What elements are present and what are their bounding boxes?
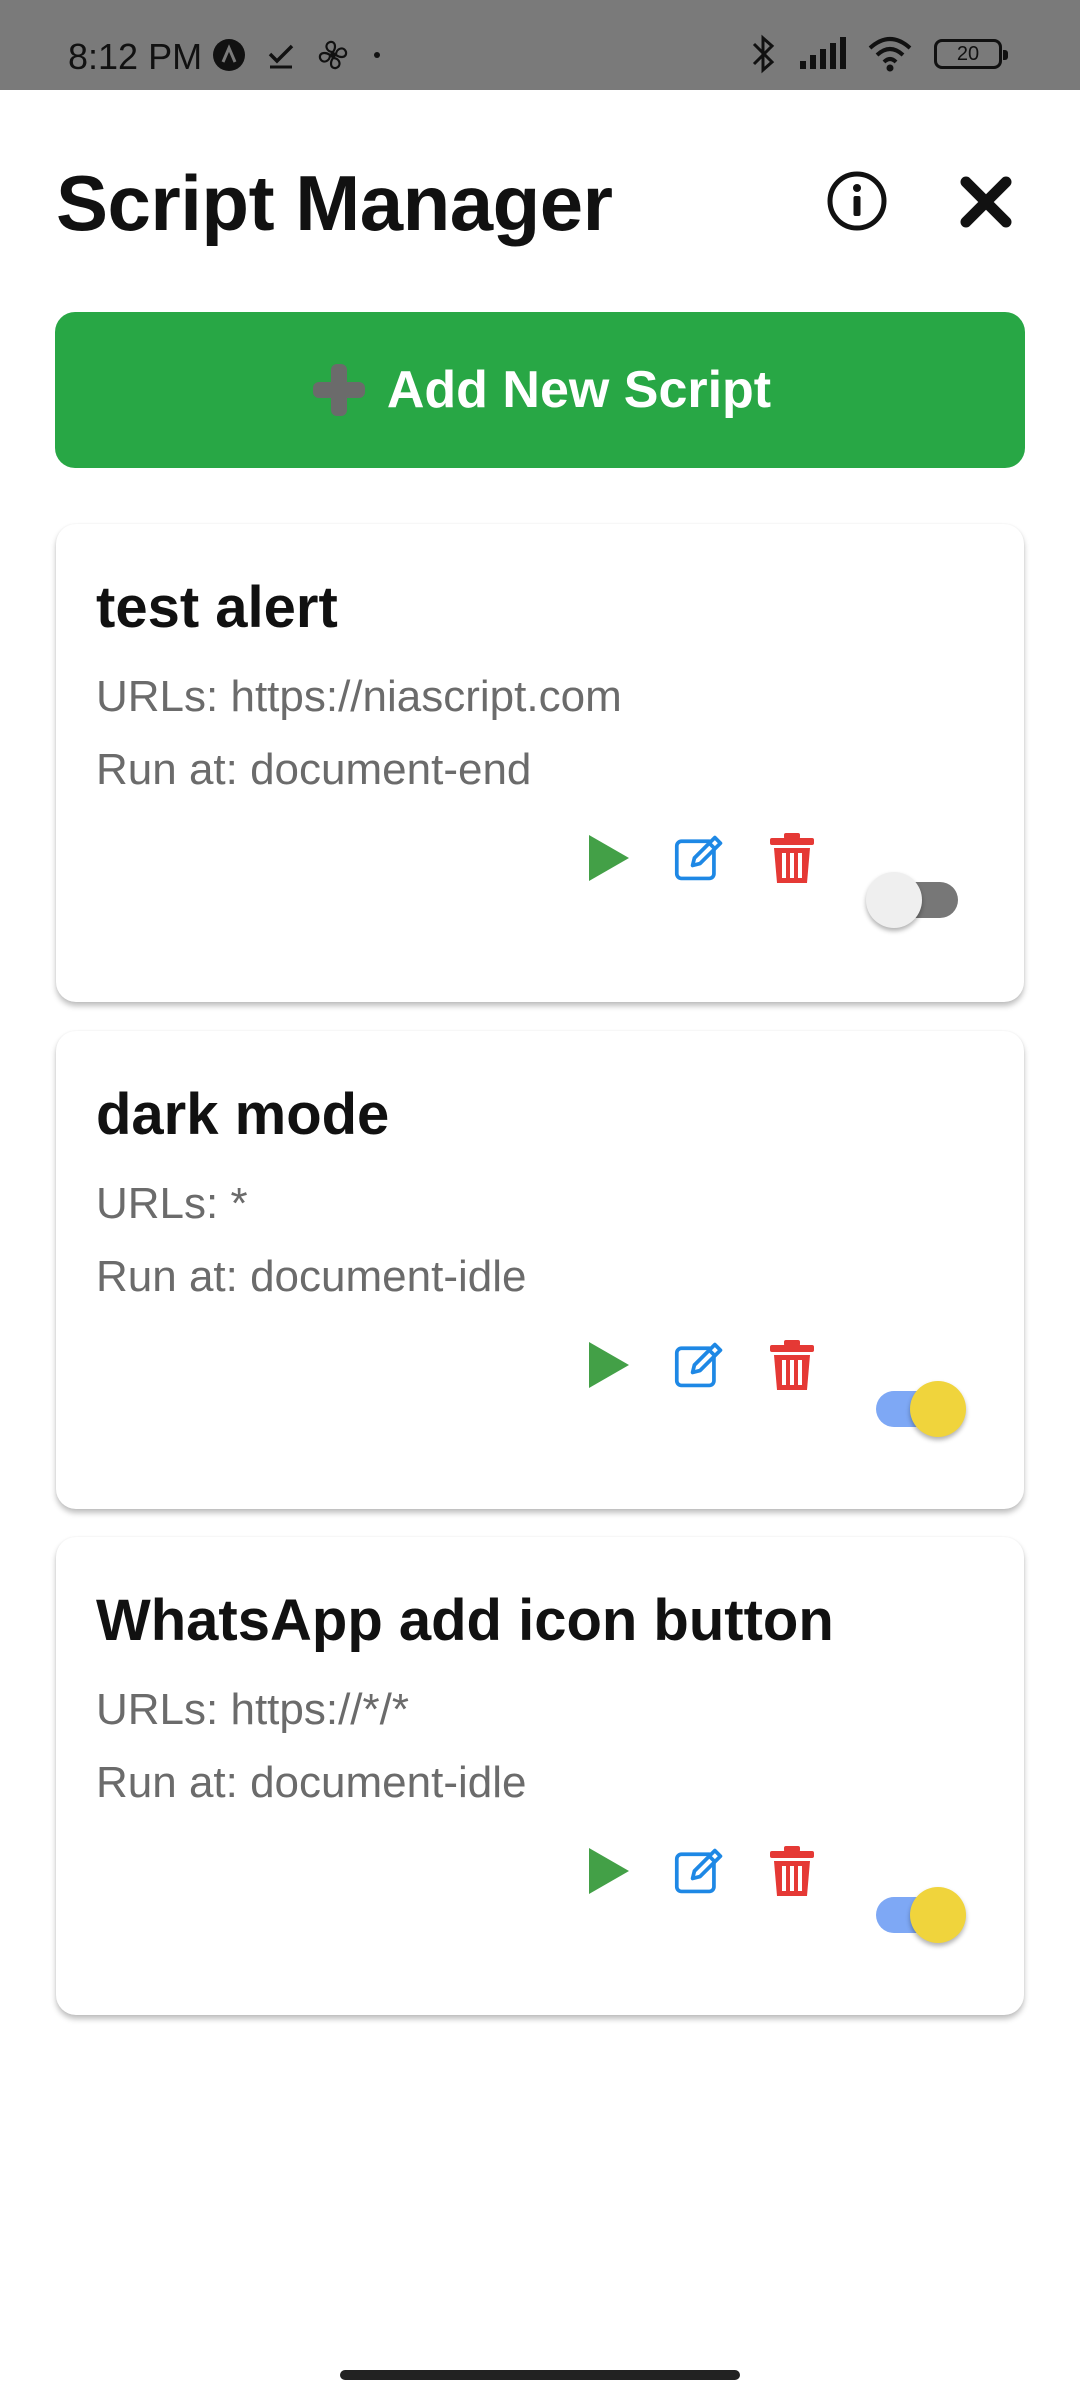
script-urls: URLs: https://niascript.com xyxy=(96,672,622,721)
signal-icon xyxy=(800,37,846,69)
enable-toggle[interactable] xyxy=(866,862,966,928)
delete-script-button[interactable] xyxy=(766,1339,818,1391)
script-card: WhatsApp add icon button URLs: https://*… xyxy=(56,1537,1024,2015)
add-new-script-button[interactable]: Add New Script xyxy=(55,312,1025,468)
trash-icon xyxy=(770,1340,814,1390)
run-script-button[interactable] xyxy=(582,832,634,884)
info-button[interactable] xyxy=(826,170,888,232)
script-actions xyxy=(582,1845,818,1897)
script-card: dark mode URLs: * Run at: document-idle xyxy=(56,1031,1024,1509)
edit-script-button[interactable] xyxy=(674,832,726,884)
run-script-button[interactable] xyxy=(582,1845,634,1897)
script-name: WhatsApp add icon button xyxy=(96,1588,834,1653)
delete-script-button[interactable] xyxy=(766,1845,818,1897)
plus-icon xyxy=(309,360,369,420)
run-script-button[interactable] xyxy=(582,1339,634,1391)
script-urls: URLs: * xyxy=(96,1179,248,1228)
edit-script-button[interactable] xyxy=(674,1845,726,1897)
wifi-icon xyxy=(868,37,912,72)
delete-script-button[interactable] xyxy=(766,832,818,884)
enable-toggle[interactable] xyxy=(872,1371,972,1437)
edit-icon xyxy=(674,1848,723,1894)
dot-icon xyxy=(374,52,380,58)
trash-icon xyxy=(770,833,814,883)
edit-icon xyxy=(674,835,723,881)
status-bar: 8:12 PM 20 xyxy=(0,0,1080,90)
toggle-thumb xyxy=(910,1887,966,1943)
close-button[interactable] xyxy=(958,174,1014,230)
script-name: test alert xyxy=(96,575,338,640)
check-icon xyxy=(268,44,294,69)
battery-icon: 20 xyxy=(934,39,1008,69)
script-run-at: Run at: document-idle xyxy=(96,1252,527,1301)
toggle-thumb xyxy=(866,872,922,928)
script-run-at: Run at: document-idle xyxy=(96,1758,527,1807)
trash-icon xyxy=(770,1846,814,1896)
script-actions xyxy=(582,1339,818,1391)
status-time: 8:12 PM xyxy=(68,36,203,77)
play-icon xyxy=(589,1342,629,1388)
script-run-at: Run at: document-end xyxy=(96,745,532,794)
toggle-thumb xyxy=(910,1381,966,1437)
play-icon xyxy=(589,1848,629,1894)
add-new-script-label: Add New Script xyxy=(386,361,772,419)
edit-icon xyxy=(674,1342,723,1388)
fan-icon xyxy=(318,40,348,70)
play-icon xyxy=(589,835,629,881)
script-name: dark mode xyxy=(96,1082,390,1147)
app-icon xyxy=(213,39,245,71)
bluetooth-icon xyxy=(752,34,775,74)
page-title: Script Manager xyxy=(56,159,613,247)
script-actions xyxy=(582,832,818,884)
status-left-icons xyxy=(212,38,384,72)
script-card: test alert URLs: https://niascript.com R… xyxy=(56,524,1024,1002)
script-urls: URLs: https://*/* xyxy=(96,1685,410,1734)
edit-script-button[interactable] xyxy=(674,1339,726,1391)
status-right-icons: 20 xyxy=(750,34,1008,74)
enable-toggle[interactable] xyxy=(872,1877,972,1943)
home-indicator[interactable] xyxy=(340,2370,740,2380)
